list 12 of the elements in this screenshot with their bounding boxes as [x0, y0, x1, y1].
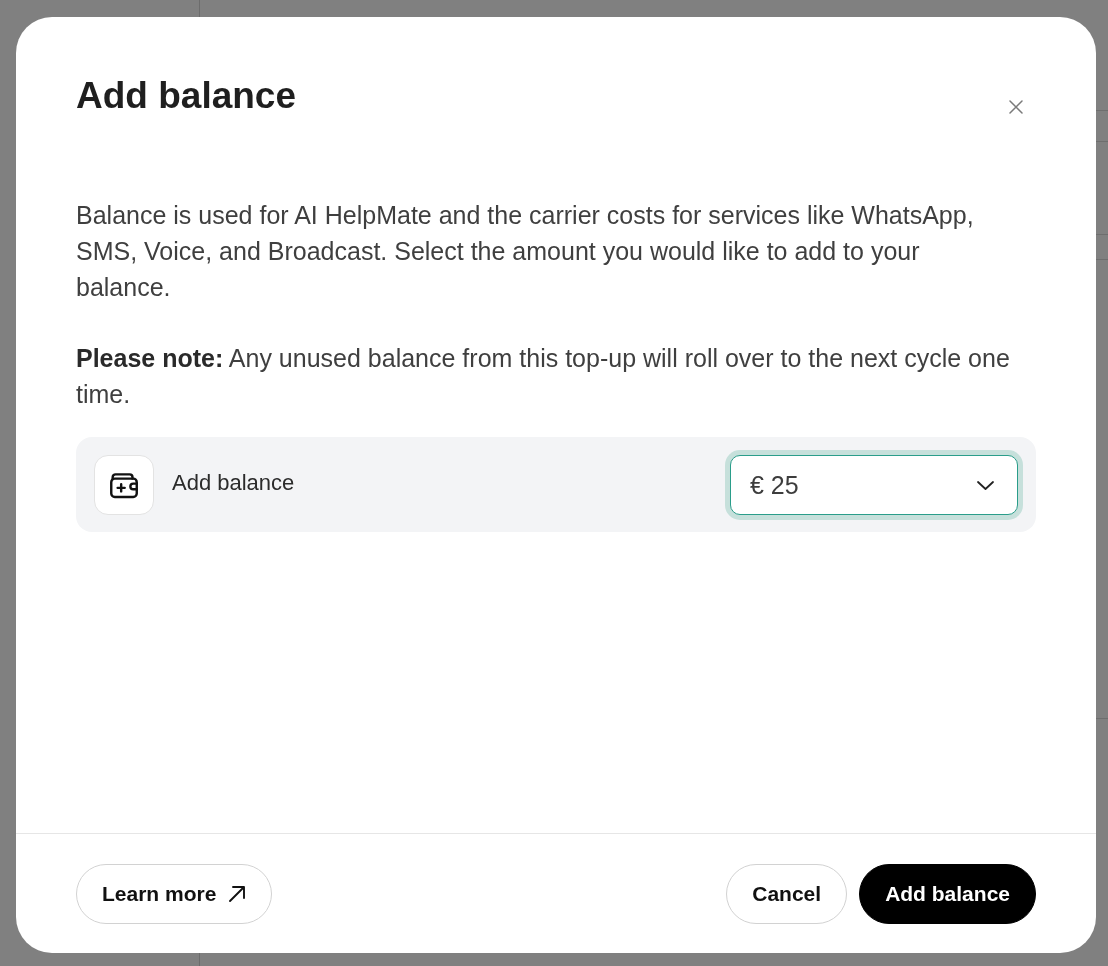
- add-balance-button[interactable]: Add balance: [859, 864, 1036, 924]
- chevron-down-icon: [977, 480, 994, 490]
- wallet-icon: [94, 455, 154, 515]
- amount-dropdown[interactable]: € 25: [725, 450, 1023, 520]
- learn-more-button[interactable]: Learn more: [76, 864, 273, 924]
- description-text: Balance is used for AI HelpMate and the carrier costs for services like WhatsApp, SMS, Voice, and Broadcast. Select the amount you would like to add to your balance.: [76, 200, 975, 303]
- balance-label: Add balance: [172, 468, 296, 497]
- dialog-title: Add balance: [76, 74, 296, 118]
- close-icon: [1009, 100, 1023, 114]
- cancel-button[interactable]: Cancel: [726, 864, 848, 924]
- note-text: Please note: Any unused balance from this top-up will roll over to the next cycle one time.: [76, 343, 1011, 410]
- arrow-up-right-icon: [228, 885, 247, 903]
